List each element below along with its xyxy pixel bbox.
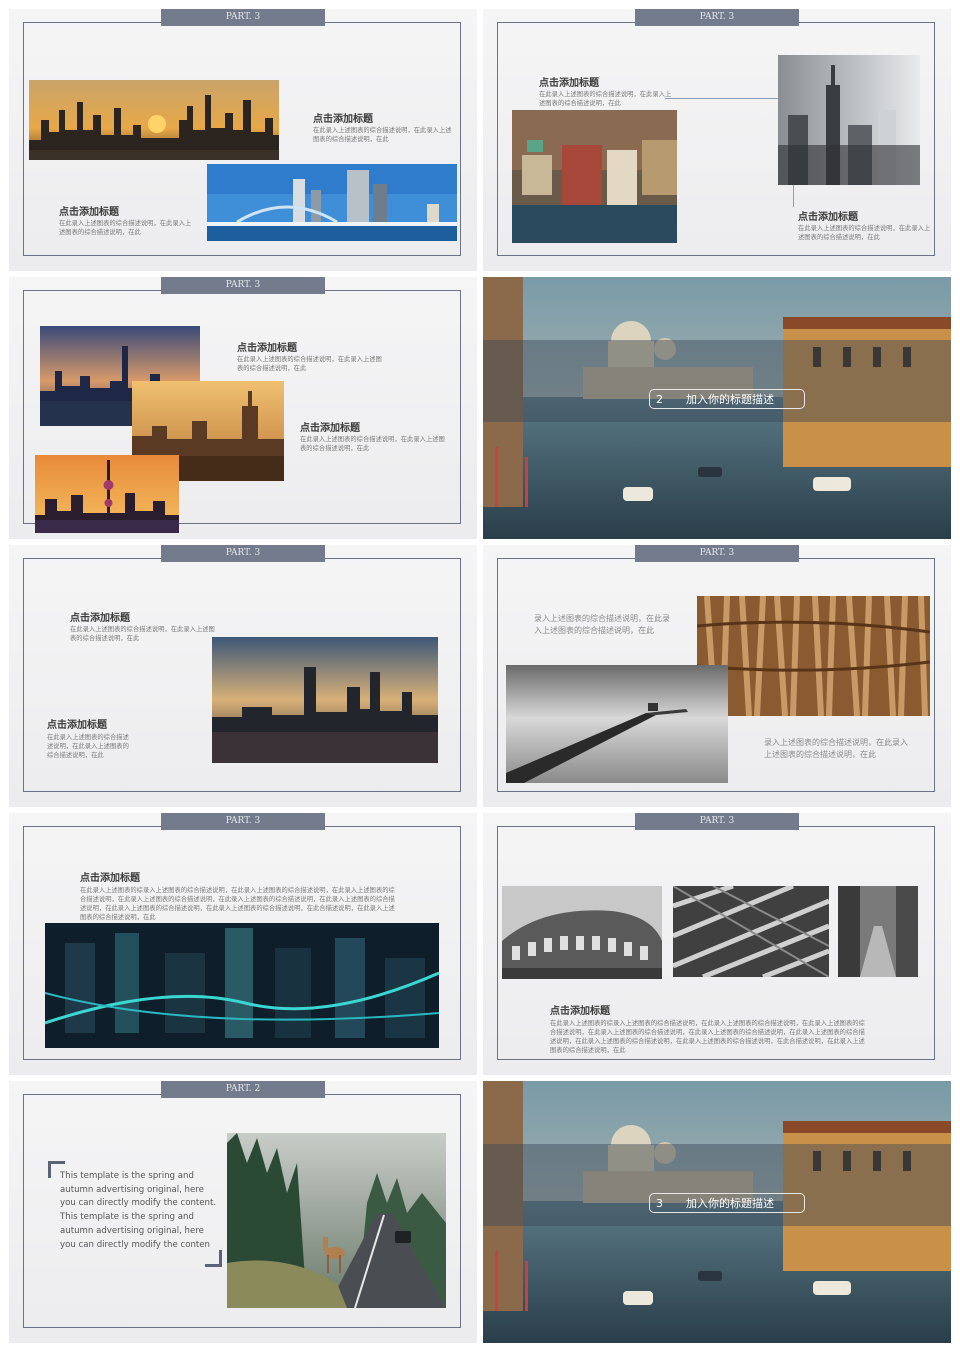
slide-8: PART. 3 点击添加标题 在此录入上述图表的综录入上述图表的综合描述说明，在… [483, 813, 951, 1075]
block-title: 点击添加标题 [47, 720, 107, 731]
slide-7: PART. 3 点击添加标题 在此录入上述图表的综录入上述图表的综合描述说明，在… [9, 813, 477, 1075]
block-desc: 在此录入上述图表的综合描述说明，在此录入上述图表的综合描述说明，在此 [798, 225, 931, 241]
block-title: 点击添加标题 [80, 873, 140, 884]
block-title: 点击添加标题 [70, 613, 130, 624]
slide-2: PART. 3 点击添加标题 在此录入上述图表的综合描述说明，在此录入上述图表的… [483, 9, 951, 271]
slide-9: PART. 2 This template is the spring and … [9, 1081, 477, 1343]
wood-sculpture-photo [697, 596, 930, 716]
block-title: 点击添加标题 [59, 207, 119, 218]
bridge-city-photo [207, 164, 457, 241]
block-title: 点击添加标题 [237, 343, 297, 354]
block-desc: 在此录入上述图表的综录入上述图表的综合描述说明，在此录入上述图表的综合描述说明，… [550, 1020, 865, 1054]
tv-tower-photo [35, 455, 179, 533]
colosseum-bw-photo [502, 886, 662, 979]
part-tab: PART. 2 [161, 1081, 325, 1098]
part-tab: PART. 3 [161, 545, 325, 562]
block-desc: 在此录入上述图表的综合描述说明，在此录入上述图表的综合描述说明，在此 [237, 356, 382, 372]
block-desc: 在此录入上述图表的综合描述说明，在此录入上述图表的综合描述说明，在此 [59, 220, 192, 236]
pier-bw-photo [506, 665, 728, 783]
section-label: 加入你的标题描述 [686, 1197, 774, 1210]
skyscraper-bw-photo [778, 55, 920, 185]
block-desc: 在此录入上述图表的综合描述说明，在此录入上述图表的综合描述说明，在此 [539, 91, 672, 107]
section-title-badge[interactable]: 2 加入你的标题描述 [649, 389, 805, 409]
slide-10: 3 加入你的标题描述 [483, 1081, 951, 1343]
city-sunset-photo [29, 80, 279, 160]
english-paragraph: This template is the spring and autumn a… [60, 1171, 217, 1250]
slide-3: PART. 3 点击添加标题 在此录入上述图表的综合描述说明，在此录入上述图表的… [9, 277, 477, 539]
slide-5: PART. 3 点击添加标题 在此录入上述图表的综合描述说明，在此录入上述图表的… [9, 545, 477, 807]
quote-close-bracket [205, 1250, 222, 1267]
block-desc: 在此录入上述图表的综合描述说明，在此录入上述图表的综合描述说明，在此 [300, 436, 445, 452]
part-tab: PART. 3 [161, 277, 325, 294]
block-title: 点击添加标题 [798, 212, 858, 223]
section-title-badge[interactable]: 3 加入你的标题描述 [649, 1193, 805, 1213]
block-title: 点击添加标题 [550, 1006, 610, 1017]
connector-line [665, 98, 794, 207]
aerial-city-bw-photo [673, 886, 829, 977]
description-text: 录入上述图表的综合描述说明，在此录入上述图表的综合描述说明，在此 [764, 738, 908, 759]
part-tab: PART. 3 [161, 9, 325, 26]
slide-1: PART. 3 点击添加标题 在此录入上述图表的综合描述说明，在此录入上述图表的… [9, 9, 477, 271]
part-tab: PART. 3 [635, 9, 799, 26]
block-title: 点击添加标题 [313, 114, 373, 125]
slide-6: PART. 3 录入上述图表的综合描述说明，在此录入上述图表的综合描述说明，在此… [483, 545, 951, 807]
block-title: 点击添加标题 [539, 78, 599, 89]
deer-forest-road-photo [227, 1133, 446, 1308]
city-dusk-photo [212, 637, 438, 763]
block-desc: 在此录入上述图表的综合描述说明，在此录入上述图表的综合描述说明，在此 [70, 626, 215, 642]
slide-4: 2 加入你的标题描述 [483, 277, 951, 539]
section-label: 加入你的标题描述 [686, 393, 774, 406]
section-number: 2 [656, 393, 663, 406]
description-text: 录入上述图表的综合描述说明，在此录入上述图表的综合描述说明，在此 [534, 614, 670, 635]
block-desc: 在此录入上述图表的综合描述述说明，在此录入上述图表的综合描述说明，在此 [47, 734, 129, 759]
block-desc: 在此录入上述图表的综录入上述图表的综合描述说明，在此录入上述图表的综合描述说明，… [80, 887, 395, 921]
block-desc: 在此录入上述图表的综合描述说明，在此录入上述图表的综合描述说明，在此 [313, 127, 452, 143]
part-tab: PART. 3 [635, 813, 799, 830]
part-tab: PART. 3 [635, 545, 799, 562]
night-city-photo [45, 923, 439, 1048]
alley-bw-photo [838, 886, 918, 977]
section-number: 3 [656, 1197, 663, 1210]
part-tab: PART. 3 [161, 813, 325, 830]
old-town-photo [512, 110, 677, 243]
block-title: 点击添加标题 [300, 423, 360, 434]
